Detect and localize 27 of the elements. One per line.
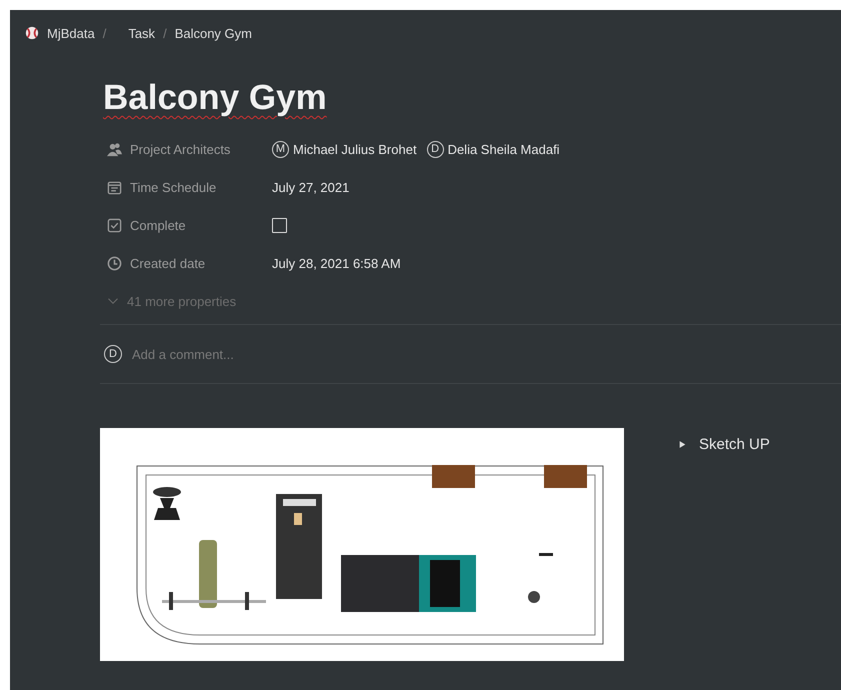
breadcrumb-item[interactable]: Task [128,26,156,40]
person-name: Michael Julius Brohet [293,142,417,156]
property-label: Created date [130,256,206,270]
toggle-block[interactable]: Sketch UP [678,436,770,453]
property-label: Time Schedule [130,180,216,194]
person-chip[interactable]: M Michael Julius Brohet [272,140,417,158]
person-name: Delia Sheila Madafi [448,142,560,156]
breadcrumb-separator: / [102,26,106,40]
checkbox[interactable] [272,218,287,232]
breadcrumb-item[interactable]: MjBdata [25,26,95,40]
checkbox-icon [107,218,122,232]
property-label: Complete [130,218,186,232]
comment-field[interactable]: Add a comment... [132,346,432,362]
baseball-icon [25,26,39,40]
avatar: D [426,140,444,158]
property-label: Project Architects [130,142,230,156]
property-value[interactable]: July 28, 2021 6:58 AM [272,256,401,270]
avatar: D [104,345,122,363]
people-icon [107,142,122,156]
clock-icon [107,256,122,270]
breadcrumb-separator: / [163,26,167,40]
avatar: M [272,140,289,158]
person-chip[interactable]: D Delia Sheila Madafi [426,140,560,158]
breadcrumb-item[interactable]: Balcony Gym [174,26,252,40]
property-value[interactable]: July 27, 2021 [272,180,350,194]
page-title: Balcony Gym [103,78,327,118]
calendar-icon [107,180,122,194]
